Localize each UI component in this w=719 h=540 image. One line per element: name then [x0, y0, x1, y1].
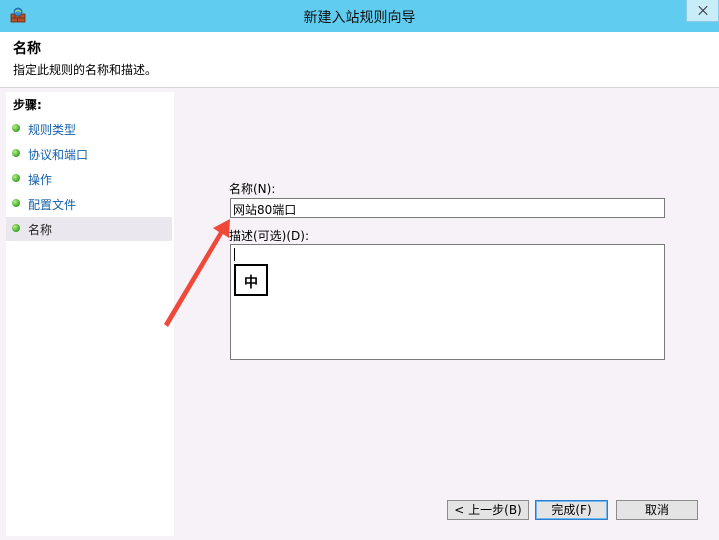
page-title: 名称	[13, 41, 41, 57]
step-label: 名称	[28, 223, 53, 237]
name-input[interactable]: 网站80端口	[230, 198, 665, 218]
step-action[interactable]: 操作	[6, 167, 172, 191]
window-title: 新建入站规则向导	[303, 10, 416, 26]
cancel-button[interactable]: 取消	[616, 500, 698, 520]
description-textarea[interactable]: 中	[230, 244, 665, 360]
wizard-body: 步骤: 规则类型 协议和端口 操作 配置文件 名称 名称(N): 网站80端口 …	[0, 88, 719, 540]
step-status-dot-icon	[12, 149, 20, 157]
step-name: 名称	[6, 217, 172, 241]
step-label[interactable]: 规则类型	[28, 121, 76, 138]
steps-panel: 步骤: 规则类型 协议和端口 操作 配置文件 名称	[6, 92, 174, 536]
wizard-header: 名称 指定此规则的名称和描述。	[0, 32, 719, 88]
description-label: 描述(可选)(D):	[229, 229, 310, 243]
form-area: 名称(N): 网站80端口 描述(可选)(D): 中 < 上一步(B) 完成(F…	[176, 88, 719, 540]
ime-mode-indicator: 中	[234, 264, 268, 296]
step-label[interactable]: 协议和端口	[28, 146, 88, 163]
step-rule-type[interactable]: 规则类型	[6, 117, 172, 141]
finish-button[interactable]: 完成(F)	[535, 500, 608, 520]
step-status-dot-icon	[12, 124, 20, 132]
step-label[interactable]: 配置文件	[28, 196, 76, 213]
step-status-dot-icon	[12, 224, 20, 232]
step-status-dot-icon	[12, 174, 20, 182]
close-button[interactable]	[686, 0, 719, 22]
step-status-dot-icon	[12, 199, 20, 207]
step-profile[interactable]: 配置文件	[6, 192, 172, 216]
text-caret	[234, 248, 235, 261]
page-description: 指定此规则的名称和描述。	[13, 63, 158, 77]
step-label[interactable]: 操作	[28, 171, 52, 188]
name-label: 名称(N):	[229, 182, 276, 196]
ime-mode-label: 中	[244, 275, 258, 291]
title-bar: 新建入站规则向导	[0, 0, 719, 32]
back-button[interactable]: < 上一步(B)	[447, 500, 529, 520]
step-protocol-and-ports[interactable]: 协议和端口	[6, 142, 172, 166]
steps-title: 步骤:	[13, 98, 42, 112]
